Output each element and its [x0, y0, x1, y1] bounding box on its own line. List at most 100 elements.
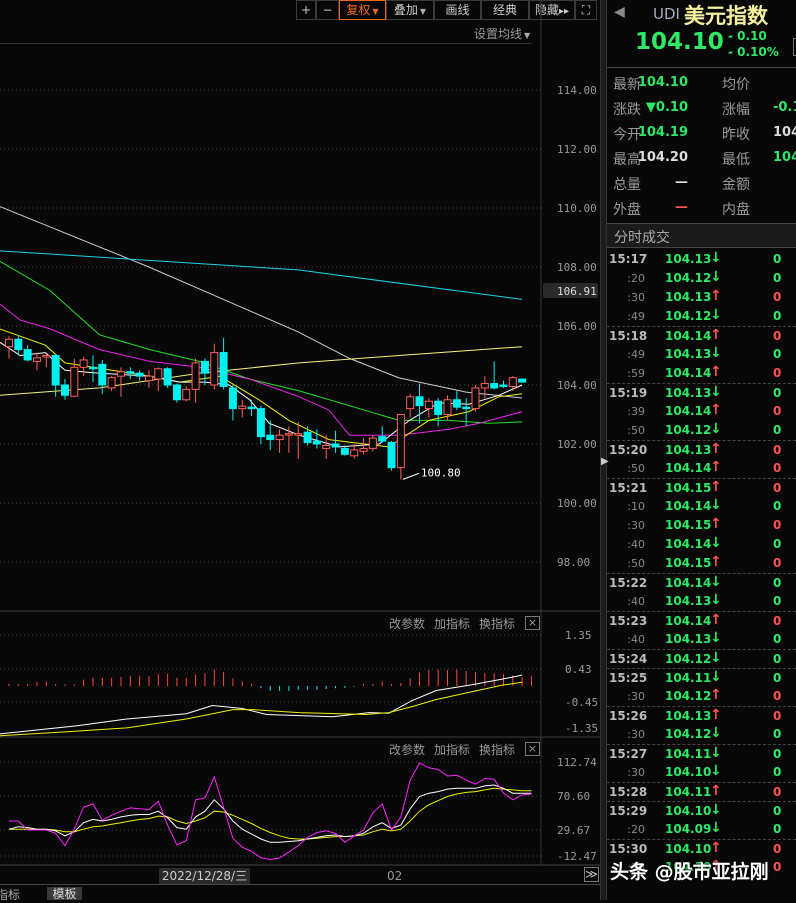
quote-value: 104	[773, 150, 796, 165]
tick-row: :40 104.13 ↓ 0	[607, 592, 796, 611]
tab-indicator[interactable]: 指标	[0, 886, 20, 903]
tick-row: 15:25 104.11 ↓ 0	[607, 668, 796, 687]
candle	[163, 368, 172, 386]
tick-volume: 0	[773, 765, 782, 779]
candle	[88, 366, 97, 370]
candle	[340, 447, 349, 455]
add-indicator-button[interactable]: 加指标	[434, 615, 470, 632]
y-tick-label: 112.00	[557, 143, 597, 156]
tick-volume: 0	[773, 594, 782, 608]
tick-volume: 0	[773, 481, 782, 495]
tick-time: :30	[627, 291, 645, 304]
tick-row: :50 104.14 ↑ 0	[607, 459, 796, 478]
arrow-up-icon: ↑	[710, 459, 722, 475]
change-param-button[interactable]: 改参数	[389, 741, 425, 758]
tick-volume: 0	[773, 614, 782, 628]
tab-template[interactable]: 模板	[47, 887, 82, 901]
quote-label: 均价	[722, 77, 750, 93]
candle	[172, 384, 181, 401]
tick-volume: 0	[773, 404, 782, 418]
tick-price: 104.11	[665, 747, 712, 761]
arrow-down-icon: ↓	[710, 535, 722, 551]
tick-volume: 0	[773, 689, 782, 703]
add-indicator-button[interactable]: 加指标	[434, 741, 470, 758]
arrow-down-icon: ↓	[710, 250, 722, 266]
candle	[275, 434, 284, 441]
tick-row: 15:26 104.13 ↑ 0	[607, 706, 796, 725]
arrow-down-icon: ↓	[710, 384, 722, 400]
price-change-pct: - 0.10%	[728, 45, 779, 59]
candle	[322, 444, 331, 449]
y-tick-label: -0.45	[565, 696, 598, 709]
y-tick-label: 29.67	[557, 824, 590, 837]
tick-price: 104.14	[665, 366, 712, 380]
tick-price: 104.15	[665, 556, 712, 570]
tick-price: 104.12	[665, 652, 712, 666]
candle	[396, 414, 405, 469]
tick-row: :20 104.12 ↓ 0	[607, 269, 796, 288]
quote-value: ▼0.10	[645, 100, 688, 115]
tick-volume: 0	[773, 290, 782, 304]
switch-indicator-button[interactable]: 换指标	[479, 615, 515, 632]
tick-volume: 0	[773, 652, 782, 666]
tick-row: :30 104.10 ↓ 0	[607, 763, 796, 782]
y-tick-label: 1.35	[565, 629, 592, 642]
close-panel-button[interactable]: ×	[525, 742, 540, 756]
macd-line	[0, 674, 523, 735]
candle	[508, 377, 517, 387]
tick-time: :30	[627, 519, 645, 532]
scroll-right-button[interactable]: ≫	[584, 867, 599, 882]
candle	[5, 338, 13, 348]
candle	[210, 352, 219, 386]
quote-label: 涨幅	[722, 102, 750, 118]
tick-volume: 0	[773, 860, 782, 874]
tick-row: 15:18 104.14 ↑ 0	[607, 326, 796, 345]
tick-time: :30	[627, 690, 645, 703]
arrow-down-icon: ↓	[710, 650, 722, 666]
tick-volume: 0	[773, 329, 782, 343]
candle	[424, 400, 433, 410]
tick-row: :30 104.12 ↑ 0	[607, 687, 796, 706]
quote-label: 内盘	[722, 202, 750, 218]
tick-price: 104.13	[665, 347, 712, 361]
tick-price: 104.12	[665, 423, 712, 437]
quote-value: 104.20	[637, 150, 688, 165]
tick-volume: 0	[773, 556, 782, 570]
tick-row: 15:30 104.10 ↑ 0	[607, 839, 796, 858]
arrow-down-icon: ↓	[710, 745, 722, 761]
candle	[60, 384, 69, 396]
arrow-down-icon: ↓	[710, 345, 722, 361]
y-tick-label: 0.43	[565, 663, 592, 676]
tick-time: 15:29	[609, 804, 648, 818]
low-marker-arrow	[402, 472, 420, 480]
candle	[415, 396, 424, 407]
quote-value: —	[675, 175, 688, 190]
candle	[14, 338, 23, 351]
prev-arrow-icon[interactable]: ◀	[614, 4, 625, 20]
tick-row: :49 104.13 ↓ 0	[607, 345, 796, 364]
tick-time: :20	[627, 272, 645, 285]
candle	[518, 378, 527, 383]
quote-label: 昨收	[722, 127, 750, 143]
switch-indicator-button[interactable]: 换指标	[479, 741, 515, 758]
tick-price: 104.13	[665, 290, 712, 304]
candle	[434, 400, 443, 416]
candle	[443, 399, 452, 415]
arrow-down-icon: ↓	[710, 307, 722, 323]
candle	[303, 431, 312, 444]
divider	[0, 884, 600, 885]
kline-chart[interactable]: 114.00 112.00 110.00 108.00 106.00 104.00 102.…	[0, 0, 600, 900]
panel-splitter[interactable]: ▶	[600, 0, 609, 900]
tick-volume: 0	[773, 727, 782, 741]
tick-price: 104.13	[665, 632, 712, 646]
tick-volume: 0	[773, 386, 782, 400]
candle	[462, 406, 471, 410]
candle	[191, 362, 200, 390]
close-panel-button[interactable]: ×	[525, 616, 540, 630]
candle	[107, 377, 116, 389]
change-param-button[interactable]: 改参数	[389, 615, 425, 632]
candle	[499, 384, 508, 387]
tick-price: 104.14	[665, 499, 712, 513]
tick-price: 104.10	[665, 842, 712, 856]
y-tick-label: 110.00	[557, 202, 597, 215]
